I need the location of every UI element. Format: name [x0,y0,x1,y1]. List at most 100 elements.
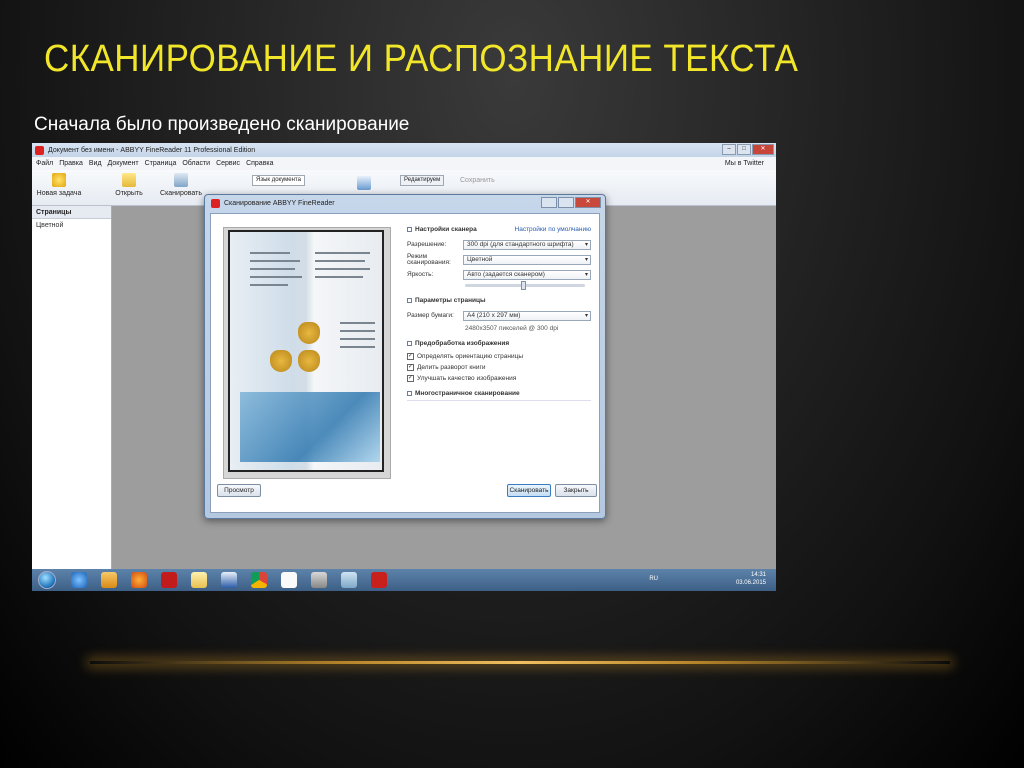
clock-time: 14:31 [750,572,766,578]
acrobat-icon[interactable] [161,572,177,588]
input-language[interactable]: RU [649,576,658,582]
window-titlebar: Документ без имени - ABBYY FineReader 11… [32,143,776,157]
word-export-icon[interactable] [357,176,371,190]
film-icon[interactable] [311,572,327,588]
scan-settings: Настройки сканера Настройки по умолчанию… [407,226,591,407]
scan-mode-select[interactable]: Цветной [463,255,591,265]
expand-icon [407,391,412,396]
page-params-section[interactable]: Параметры страницы [407,297,591,304]
taskbar: RU 14:31 03.06.2015 [32,569,776,591]
multipage-section[interactable]: Многостраничное сканирование [407,390,591,401]
clock[interactable]: 14:31 03.06.2015 [736,571,766,587]
scan-toolbar-label: Сканировать [160,190,202,197]
checkbox-checked-icon: ✓ [407,364,414,371]
improve-quality-checkbox[interactable]: ✓ Улучшать качество изображения [407,375,591,382]
emblem-image [270,350,292,372]
brightness-select[interactable]: Авто (задается сканером) [463,270,591,280]
multipage-title: Многостраничное сканирование [415,390,520,397]
scan-blue-graphic [240,392,380,462]
scan-dialog: Сканирование ABBYY FineReader ✕ Настройк… [204,194,606,519]
magic-wand-icon [52,173,66,187]
resolution-select[interactable]: 300 dpi (для стандартного шрифта) [463,240,591,250]
scanner-settings-title: Настройки сканера [415,226,477,233]
dialog-body: Настройки сканера Настройки по умолчанию… [210,213,600,513]
page-params-title: Параметры страницы [415,297,486,304]
twitter-link[interactable]: Мы в Twitter [725,160,764,167]
scanner-task-icon[interactable] [341,572,357,588]
maximize-button[interactable]: □ [737,144,751,155]
chrome-icon[interactable] [251,572,267,588]
scan-button[interactable]: Сканировать [507,484,551,497]
emblem-image [298,350,320,372]
scan-toolbar-button[interactable]: Сканировать [156,173,206,197]
menu-view[interactable]: Вид [89,160,102,167]
dialog-minimize-button[interactable] [541,197,557,208]
folder-icon [122,173,136,187]
menu-document[interactable]: Документ [108,160,139,167]
menu-page[interactable]: Страница [145,160,177,167]
checkbox-label: Делить разворот книги [417,364,486,371]
explorer-folder-icon[interactable] [191,572,207,588]
paper-size-label: Размер бумаги: [407,312,454,319]
preprocessing-title: Предобработка изображения [415,340,510,347]
detect-orientation-checkbox[interactable]: ✓ Определять ориентацию страницы [407,353,591,360]
checkbox-label: Улучшать качество изображения [417,375,517,382]
dialog-close-button[interactable]: ✕ [575,197,601,208]
checkbox-checked-icon: ✓ [407,353,414,360]
collapse-icon [407,298,412,303]
new-task-button[interactable]: Новая задача [34,173,84,197]
split-pages-checkbox[interactable]: ✓ Делить разворот книги [407,364,591,371]
preprocessing-section[interactable]: Предобработка изображения [407,340,591,347]
document-language-select[interactable]: Язык документа [252,175,305,186]
pages-panel: Страницы Цветной [32,206,112,569]
resolution-label: Разрешение: [407,241,447,248]
word-icon[interactable] [221,572,237,588]
brightness-slider[interactable] [465,281,585,290]
slide-title: СКАНИРОВАНИЕ И РАСПОЗНАНИЕ ТЕКСТА [44,38,799,80]
open-label: Открыть [115,190,143,197]
finereader-logo-icon [211,199,220,208]
minimize-button[interactable]: – [722,144,736,155]
slider-thumb[interactable] [521,281,526,290]
finereader-task-icon[interactable] [371,572,387,588]
ie-icon[interactable] [71,572,87,588]
preview-button[interactable]: Просмотр [217,484,261,497]
emblem-image [298,322,320,344]
start-button[interactable] [38,571,56,589]
checkbox-checked-icon: ✓ [407,375,414,382]
close-window-button[interactable]: ✕ [752,144,774,155]
slide-subtitle: Сначала было произведено сканирование [34,114,410,135]
document-icon[interactable] [281,572,297,588]
pixel-size-hint: 2480x3507 пикселей @ 300 dpi [465,325,559,332]
mode-select[interactable]: Редактируем [400,175,445,186]
menu-file[interactable]: Файл [36,160,53,167]
scanner-icon [174,173,188,187]
decorative-glow-line [90,661,950,664]
scanner-settings-section[interactable]: Настройки сканера Настройки по умолчанию [407,226,591,233]
collapse-icon [407,341,412,346]
scanned-page-image [228,230,384,472]
media-player-icon[interactable] [101,572,117,588]
open-button[interactable]: Открыть [104,173,154,197]
close-button[interactable]: Закрыть [555,484,597,497]
clock-date: 03.06.2015 [735,580,766,586]
collapse-icon [407,227,412,232]
checkbox-label: Определять ориентацию страницы [417,353,524,360]
default-settings-link[interactable]: Настройки по умолчанию [515,226,591,233]
save-button[interactable]: Сохранить [460,177,495,184]
finereader-logo-icon [35,145,44,155]
menu-edit[interactable]: Правка [59,160,83,167]
scan-preview [223,227,391,479]
finereader-screenshot: Документ без имени - ABBYY FineReader 11… [32,143,776,591]
scan-mode-label: Режим сканирования: [407,253,451,266]
firefox-icon[interactable] [131,572,147,588]
window-title: Документ без имени - ABBYY FineReader 11… [48,146,256,154]
paper-size-select[interactable]: A4 (210 x 297 мм) [463,311,591,321]
menu-areas[interactable]: Области [182,160,210,167]
menu-tools[interactable]: Сервис [216,160,240,167]
dialog-maximize-button[interactable] [558,197,574,208]
pages-panel-title: Страницы [32,206,111,219]
menu-help[interactable]: Справка [246,160,273,167]
pages-color-mode[interactable]: Цветной [32,219,111,232]
new-task-label: Новая задача [36,190,82,197]
